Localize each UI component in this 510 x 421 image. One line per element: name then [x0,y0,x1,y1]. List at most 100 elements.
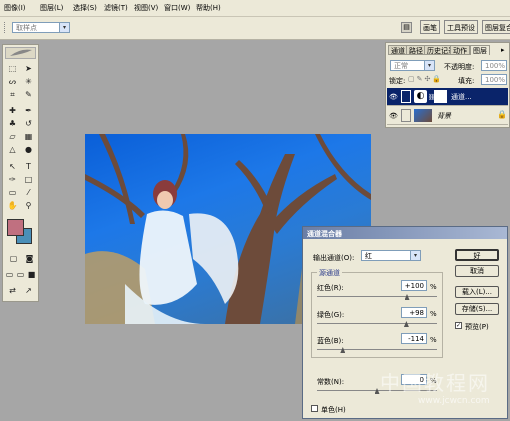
sample-style-select[interactable]: 取样点 ▾ [12,22,70,33]
constant-slider-thumb[interactable] [374,388,380,394]
pen-tool-icon[interactable]: ✑ [6,174,19,185]
screen-mode-full-menu-icon[interactable]: ▭ [15,269,26,280]
blend-mode-select[interactable]: 正常 ▾ [390,60,435,71]
file-browser-icon[interactable]: ▤ [401,22,412,33]
notes-tool-icon[interactable]: ▭ [6,187,19,198]
screen-mode-standard-icon[interactable]: ▭ [4,269,15,280]
opacity-value: 100% [485,62,506,70]
imageready-jump-icon[interactable]: ⇄ [6,285,19,296]
menu-image[interactable]: 图像(I) [4,3,26,13]
options-bar: 取样点 ▾ ▤ 画笔 工具预设 图层复合 [0,17,510,40]
menu-select[interactable]: 选择(S) [73,3,97,13]
marquee-tool-icon[interactable]: ⬚ [6,63,19,74]
source-channels-label: 源通道 [317,268,342,278]
layers-panel: 通道 路径 历史记录 动作 图层 ▸ 正常 ▾ 不透明度: 100% 锁定: ▢… [385,42,510,128]
path-selection-tool-icon[interactable]: ↖ [6,161,19,172]
well-tab-layer-comps[interactable]: 图层复合 [482,20,510,34]
ok-button[interactable]: 好 [455,249,499,261]
shape-tool-icon[interactable]: □ [22,174,35,185]
layer-row-adjustment[interactable]: 👁 ◐ ⛓ 通道... [387,88,508,106]
toolbox: ⬚ ➤ ᔕ ✳ ⌗ ✎ ✚ ✒ ♣ ↺ ▱ ▦ △ ● ↖ T ✑ □ ▭ ⁄ … [2,44,39,302]
fill-value: 100% [485,76,506,84]
history-brush-tool-icon[interactable]: ↺ [22,118,35,129]
tab-layers[interactable]: 图层 [470,45,490,55]
cancel-button[interactable]: 取消 [455,265,499,277]
stamp-tool-icon[interactable]: ♣ [6,118,19,129]
quick-mask-icon[interactable]: ◙ [23,253,36,264]
menu-window[interactable]: 窗口(W) [164,3,190,13]
foreground-color-swatch[interactable] [7,219,24,236]
menu-help[interactable]: 帮助(H) [196,3,221,13]
menu-layer[interactable]: 图层(L) [40,3,63,13]
eraser-tool-icon[interactable]: ▱ [6,131,19,142]
healing-brush-tool-icon[interactable]: ✚ [6,105,19,116]
tab-actions[interactable]: 动作 [450,45,470,55]
red-unit: % [430,283,437,291]
dodge-tool-icon[interactable]: ● [22,144,35,155]
preview-checkbox[interactable]: ✓ [455,322,462,329]
preview-label: 预览(P) [465,323,489,331]
brush-tool-icon[interactable]: ✒ [22,105,35,116]
lasso-tool-icon[interactable]: ᔕ [6,76,19,87]
type-tool-icon[interactable]: T [22,161,35,172]
lock-icons[interactable]: ▢✎✣🔒 [408,75,443,83]
green-value-input[interactable]: +98 [401,307,427,318]
panel-menu-icon[interactable]: ▸ [501,46,505,54]
blend-mode-value: 正常 [394,62,408,70]
well-tab-brushes[interactable]: 画笔 [420,20,440,34]
blue-slider-track[interactable] [317,349,437,350]
well-tab-tool-presets[interactable]: 工具预设 [444,20,478,34]
lock-icon: 🔒 [497,110,507,119]
brush-link-icon [401,90,411,103]
crop-tool-icon[interactable]: ⌗ [6,89,19,100]
monochrome-checkbox[interactable] [311,405,318,412]
adjustment-layer-icon: ◐ [414,90,427,103]
tab-channels[interactable]: 通道 [388,45,408,55]
eye-icon[interactable]: 👁 [389,112,398,120]
layer-row-background[interactable]: 👁 背景 🔒 [387,107,508,125]
move-tool-icon[interactable]: ➤ [22,63,35,74]
screen-mode-full-icon[interactable]: ■ [26,269,37,280]
zoom-tool-icon[interactable]: ⚲ [22,200,35,211]
watermark-url: www.jcwcn.com [418,396,490,406]
green-label: 绿色(G): [317,311,345,319]
watermark-text: 中国教程网 [380,371,490,395]
menu-bar: 图像(I) 图层(L) 选择(S) 滤镜(T) 视图(V) 窗口(W) 帮助(H… [0,0,510,17]
dialog-title: 通道混合器 [307,230,342,238]
layer-name: 背景 [437,112,451,120]
red-label: 红色(R): [317,284,344,292]
slice-tool-icon[interactable]: ✎ [22,89,35,100]
opacity-input[interactable]: 100% [481,60,507,71]
load-button[interactable]: 载入(L)... [455,286,499,298]
fill-input[interactable]: 100% [481,74,507,85]
jump-arrow-icon[interactable]: ↗ [22,285,35,296]
menu-view[interactable]: 视图(V) [134,3,158,13]
grip-icon [4,22,11,33]
standard-mode-icon[interactable]: ▢ [7,253,20,264]
tab-paths[interactable]: 路径 [406,45,426,55]
layer-thumbnail [414,109,432,122]
monochrome-label: 单色(H) [321,406,346,414]
blue-value-input[interactable]: -114 [401,333,427,344]
hand-tool-icon[interactable]: ✋ [6,200,19,211]
save-button[interactable]: 存储(S)... [455,303,499,315]
output-channel-value: 红 [365,252,372,260]
feather-logo-icon[interactable] [5,47,36,59]
red-value-input[interactable]: +100 [401,280,427,291]
gradient-tool-icon[interactable]: ▦ [22,131,35,142]
brush-link-icon [401,109,411,122]
sample-style-value: 取样点 [16,24,37,32]
layer-mask-thumbnail [434,90,447,103]
eye-icon[interactable]: 👁 [389,93,398,101]
red-slider-track[interactable] [317,296,437,297]
output-channel-select[interactable]: 红 ▾ [361,250,421,261]
eyedropper-tool-icon[interactable]: ⁄ [22,187,35,198]
output-channel-label: 输出通道(O): [313,254,355,262]
blur-tool-icon[interactable]: △ [6,144,19,155]
magic-wand-tool-icon[interactable]: ✳ [22,76,35,87]
green-slider-track[interactable] [317,323,437,324]
menu-filter[interactable]: 滤镜(T) [104,3,128,13]
chevron-down-icon: ▾ [424,61,434,70]
constant-label: 常数(N): [317,378,345,386]
dialog-titlebar[interactable]: 通道混合器 [303,227,507,239]
